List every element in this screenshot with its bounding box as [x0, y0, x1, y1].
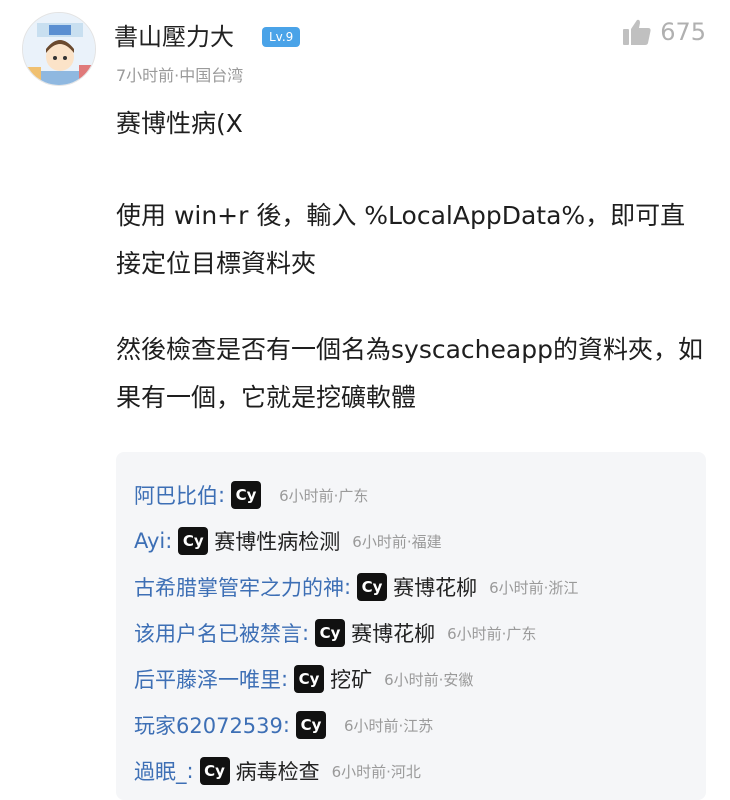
reply-meta: 6小时前·安徽 — [384, 670, 474, 689]
like-count: 675 — [660, 18, 706, 46]
post-paragraph: 赛博性病(X — [116, 109, 243, 138]
reply-author[interactable]: 古希腊掌管牢之力的神 — [134, 572, 344, 602]
reply-text: 赛博性病检测 — [214, 530, 341, 554]
reply-text: 挖矿 — [330, 668, 373, 692]
reply-meta: 6小时前·福建 — [352, 532, 442, 551]
reply-item[interactable]: 過眠_: Cy 病毒检查 6小时前·河北 — [134, 748, 706, 794]
reply-item[interactable]: 该用户名已被禁言: Cy 赛博花柳 6小时前·广东 — [134, 610, 706, 656]
reply-colon: : — [281, 667, 289, 691]
reply-author[interactable]: 阿巴比伯 — [134, 480, 218, 510]
author-name[interactable]: 書山壓力大 — [114, 22, 234, 52]
reply-text: 赛博花柳 — [351, 622, 436, 646]
thumbs-up-icon — [623, 19, 651, 45]
cy-sticker: Cy — [315, 619, 346, 647]
reply-colon: : — [344, 575, 352, 599]
avatar-image — [23, 13, 95, 85]
cy-sticker: Cy — [357, 573, 388, 601]
cy-sticker: Cy — [178, 527, 209, 555]
cy-sticker: Cy — [295, 711, 326, 739]
reply-colon: : — [282, 713, 290, 737]
post-content: 赛博性病(X 使用 win+r 後，輸入 %LocalAppData%，即可直接… — [116, 100, 706, 460]
reply-meta: 6小时前·河北 — [331, 762, 421, 781]
reply-item[interactable]: Ayi: Cy 赛博性病检测 6小时前·福建 — [134, 518, 706, 564]
reply-list: 阿巴比伯: Cy 6小时前·广东 Ayi: Cy 赛博性病检测 6小时前·福建 … — [116, 452, 706, 800]
reply-text: 病毒检查 — [235, 760, 320, 784]
cy-sticker: Cy — [231, 481, 262, 509]
reply-item[interactable]: 后平藤泽一唯里: Cy 挖矿 6小时前·安徽 — [134, 656, 706, 702]
reply-author[interactable]: Ayi — [134, 529, 165, 553]
avatar[interactable] — [22, 12, 96, 86]
reply-colon: : — [165, 529, 173, 553]
reply-item[interactable]: 玩家62072539: Cy 6小时前·江苏 — [134, 702, 706, 748]
reply-meta: 6小时前·广东 — [279, 486, 369, 505]
reply-author[interactable]: 该用户名已被禁言 — [134, 618, 302, 648]
cy-sticker: Cy — [294, 665, 325, 693]
level-badge: Lv.9 — [262, 27, 301, 47]
reply-item[interactable]: 古希腊掌管牢之力的神: Cy 赛博花柳 6小时前·浙江 — [134, 564, 706, 610]
like-button[interactable]: 675 — [622, 18, 706, 46]
reply-author[interactable]: 后平藤泽一唯里 — [134, 664, 281, 694]
reply-meta: 6小时前·江苏 — [343, 716, 434, 735]
cy-sticker: Cy — [199, 757, 230, 785]
reply-colon: : — [302, 621, 310, 645]
reply-item[interactable]: 阿巴比伯: Cy 6小时前·广东 — [134, 472, 706, 518]
reply-author[interactable]: 玩家62072539 — [134, 710, 283, 740]
reply-text: 赛博花柳 — [393, 576, 478, 600]
reply-colon: : — [218, 483, 226, 507]
post-meta: 7小时前·中国台湾 — [116, 66, 244, 85]
reply-colon: : — [186, 759, 194, 783]
reply-author[interactable]: 過眠_ — [134, 756, 187, 786]
post-paragraph: 然後檢查是否有一個名為syscacheapp的資料夾，如果有一個，它就是挖礦軟體 — [116, 335, 703, 412]
reply-meta: 6小时前·广东 — [447, 624, 537, 643]
post-paragraph: 使用 win+r 後，輸入 %LocalAppData%，即可直接定位目標資料夾 — [116, 201, 686, 278]
reply-meta: 6小时前·浙江 — [489, 578, 579, 597]
post-card: 書山壓力大 Lv.9 7小时前·中国台湾 675 赛博性病(X 使用 win+r… — [0, 0, 730, 800]
